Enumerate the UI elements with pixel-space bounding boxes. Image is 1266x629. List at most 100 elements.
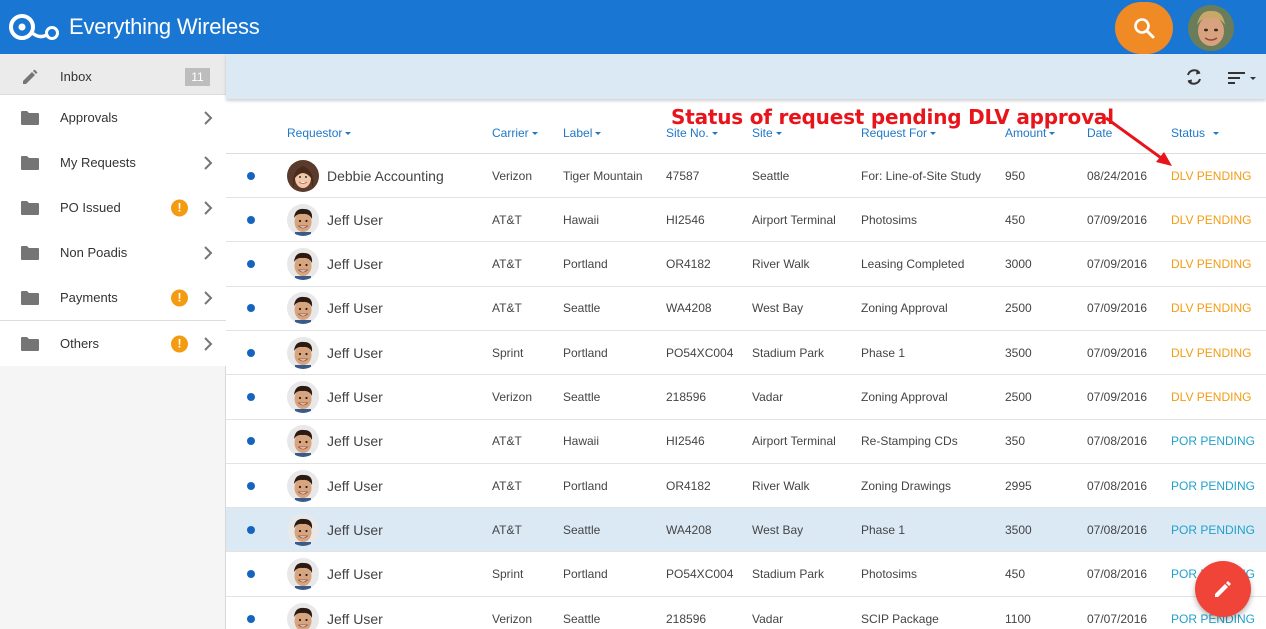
unread-dot-icon (247, 481, 255, 490)
column-header-requestor[interactable]: Requestor (287, 126, 352, 140)
label-cell: Tiger Mountain (563, 168, 643, 183)
annotation-callout: Status of request pending DLV approval (671, 105, 1114, 129)
requestor-avatar (287, 513, 319, 546)
requestor-name: Jeff User (327, 389, 383, 405)
carrier-cell: AT&T (492, 478, 522, 493)
chevron-right-icon (204, 290, 213, 305)
sidebar-item-non-poadis[interactable]: Non Poadis (0, 230, 226, 275)
table-row[interactable]: Jeff User Verizon Seattle 218596 Vadar SCIP P… (226, 597, 1266, 629)
site-cell: Stadium Park (752, 567, 825, 582)
unread-dot-icon (247, 525, 255, 534)
search-button[interactable] (1115, 2, 1173, 54)
chevron-right-icon (204, 110, 213, 125)
requestor-name: Jeff User (327, 521, 383, 538)
folder-icon (21, 336, 39, 352)
site-no-cell: 218596 (666, 390, 707, 404)
chevron-right-icon (204, 155, 213, 170)
folder-icon (21, 245, 39, 261)
requestor-avatar (287, 248, 319, 281)
table-row[interactable]: Jeff User AT&T Portland OR4182 River Walk Zon… (226, 464, 1266, 509)
pencil-icon (1215, 581, 1231, 597)
carrier-cell: Sprint (492, 345, 524, 360)
requestor-name: Jeff User (327, 477, 383, 494)
requestor-name: Jeff User (327, 344, 383, 361)
carrier-cell: Verizon (492, 168, 533, 183)
user-avatar[interactable] (1188, 5, 1234, 51)
requestor-avatar (287, 602, 319, 629)
table-row[interactable]: Jeff User AT&T Seattle WA4208 West Bay Phase … (226, 508, 1266, 553)
requestor-name: Jeff User (327, 300, 383, 317)
request-for-cell: Re-Stamping CDs (861, 434, 958, 449)
sort-caret-icon (345, 132, 352, 136)
amount-cell: 2500 (1005, 390, 1032, 404)
sidebar-item-po-issued[interactable]: PO Issued ! (0, 185, 226, 230)
column-header-label[interactable]: Label (563, 126, 602, 140)
site-no-cell: WA4208 (666, 522, 712, 537)
table-row[interactable]: Jeff User Sprint Portland PO54XC004 Stadium … (226, 553, 1266, 597)
amount-cell: 3500 (1005, 522, 1032, 537)
alert-badge: ! (171, 289, 188, 306)
site-no-cell: PO54XC004 (666, 567, 734, 582)
requestor-name: Jeff User (327, 433, 383, 450)
table-row[interactable]: Jeff User AT&T Seattle WA4208 West Bay Zoning… (226, 287, 1266, 331)
label-cell: Portland (563, 257, 608, 272)
status-cell: POR PENDING (1171, 434, 1256, 449)
sidebar-item-approvals[interactable]: Approvals (0, 95, 226, 140)
amount-cell: 3500 (1005, 345, 1032, 360)
sidebar-item-others[interactable]: Others ! (0, 321, 226, 366)
amount-cell: 450 (1005, 567, 1026, 582)
label-cell: Portland (563, 478, 608, 493)
site-no-cell: 218596 (666, 611, 707, 626)
chevron-right-icon (204, 200, 213, 215)
date-cell: 07/08/2016 (1087, 434, 1148, 449)
unread-dot-icon (247, 393, 255, 401)
sidebar-item-payments[interactable]: Payments ! (0, 275, 226, 320)
sort-menu-icon[interactable] (1228, 71, 1258, 85)
carrier-cell: AT&T (492, 212, 522, 227)
sort-caret-icon (1049, 132, 1056, 136)
folder-icon (21, 110, 39, 126)
requestor-avatar (287, 159, 319, 192)
requestor-avatar (287, 469, 319, 502)
amount-cell: 2995 (1005, 478, 1032, 493)
sidebar-item-label: Inbox (60, 69, 92, 84)
sidebar-item-inbox[interactable]: Inbox 11 (0, 54, 226, 99)
site-cell: Airport Terminal (752, 434, 836, 449)
site-no-cell: HI2546 (666, 434, 705, 449)
site-no-cell: WA4208 (666, 301, 712, 316)
table-row[interactable]: Jeff User AT&T Hawaii HI2546 Airport Termina… (226, 420, 1266, 464)
table-row[interactable]: Jeff User AT&T Portland OR4182 River Walk Lea… (226, 243, 1266, 287)
status-cell: POR PENDING (1171, 478, 1256, 493)
chevron-right-icon (204, 336, 213, 351)
table-row[interactable]: Jeff User Verizon Seattle 218596 Vadar Zoning… (226, 376, 1266, 420)
unread-dot-icon (247, 171, 255, 180)
list-toolbar (226, 54, 1266, 99)
requestor-name: Jeff User (327, 256, 383, 273)
label-cell: Hawaii (563, 434, 600, 449)
sidebar-item-label: Approvals (60, 110, 118, 125)
carrier-cell: AT&T (492, 522, 522, 537)
request-for-cell: Phase 1 (861, 522, 906, 537)
requestor-avatar (287, 381, 319, 413)
site-cell: Stadium Park (752, 345, 825, 360)
sidebar-item-label: PO Issued (60, 200, 121, 215)
annotation-arrow-icon (1105, 116, 1172, 166)
column-header-carrier[interactable]: Carrier (492, 126, 538, 140)
alert-badge: ! (171, 335, 188, 352)
status-cell: POR PENDING (1171, 522, 1256, 537)
sidebar-item-my-requests[interactable]: My Requests (0, 140, 226, 185)
site-cell: Seattle (752, 168, 790, 183)
status-cell: DLV PENDING (1171, 212, 1252, 227)
refresh-icon[interactable] (1184, 67, 1204, 87)
carrier-cell: AT&T (492, 301, 522, 316)
chevron-right-icon (204, 245, 213, 260)
table-row[interactable]: Jeff User AT&T Hawaii HI2546 Airport Termina… (226, 198, 1266, 243)
site-cell: River Walk (752, 257, 810, 272)
table-row[interactable]: Jeff User Sprint Portland PO54XC004 Stadium … (226, 331, 1266, 376)
requestor-name: Debbie Accounting (327, 167, 444, 184)
compose-button[interactable] (1195, 561, 1251, 617)
unread-dot-icon (247, 304, 255, 313)
request-for-cell: Phase 1 (861, 345, 906, 360)
request-for-cell: Zoning Approval (861, 390, 948, 404)
amount-cell: 350 (1005, 434, 1026, 449)
